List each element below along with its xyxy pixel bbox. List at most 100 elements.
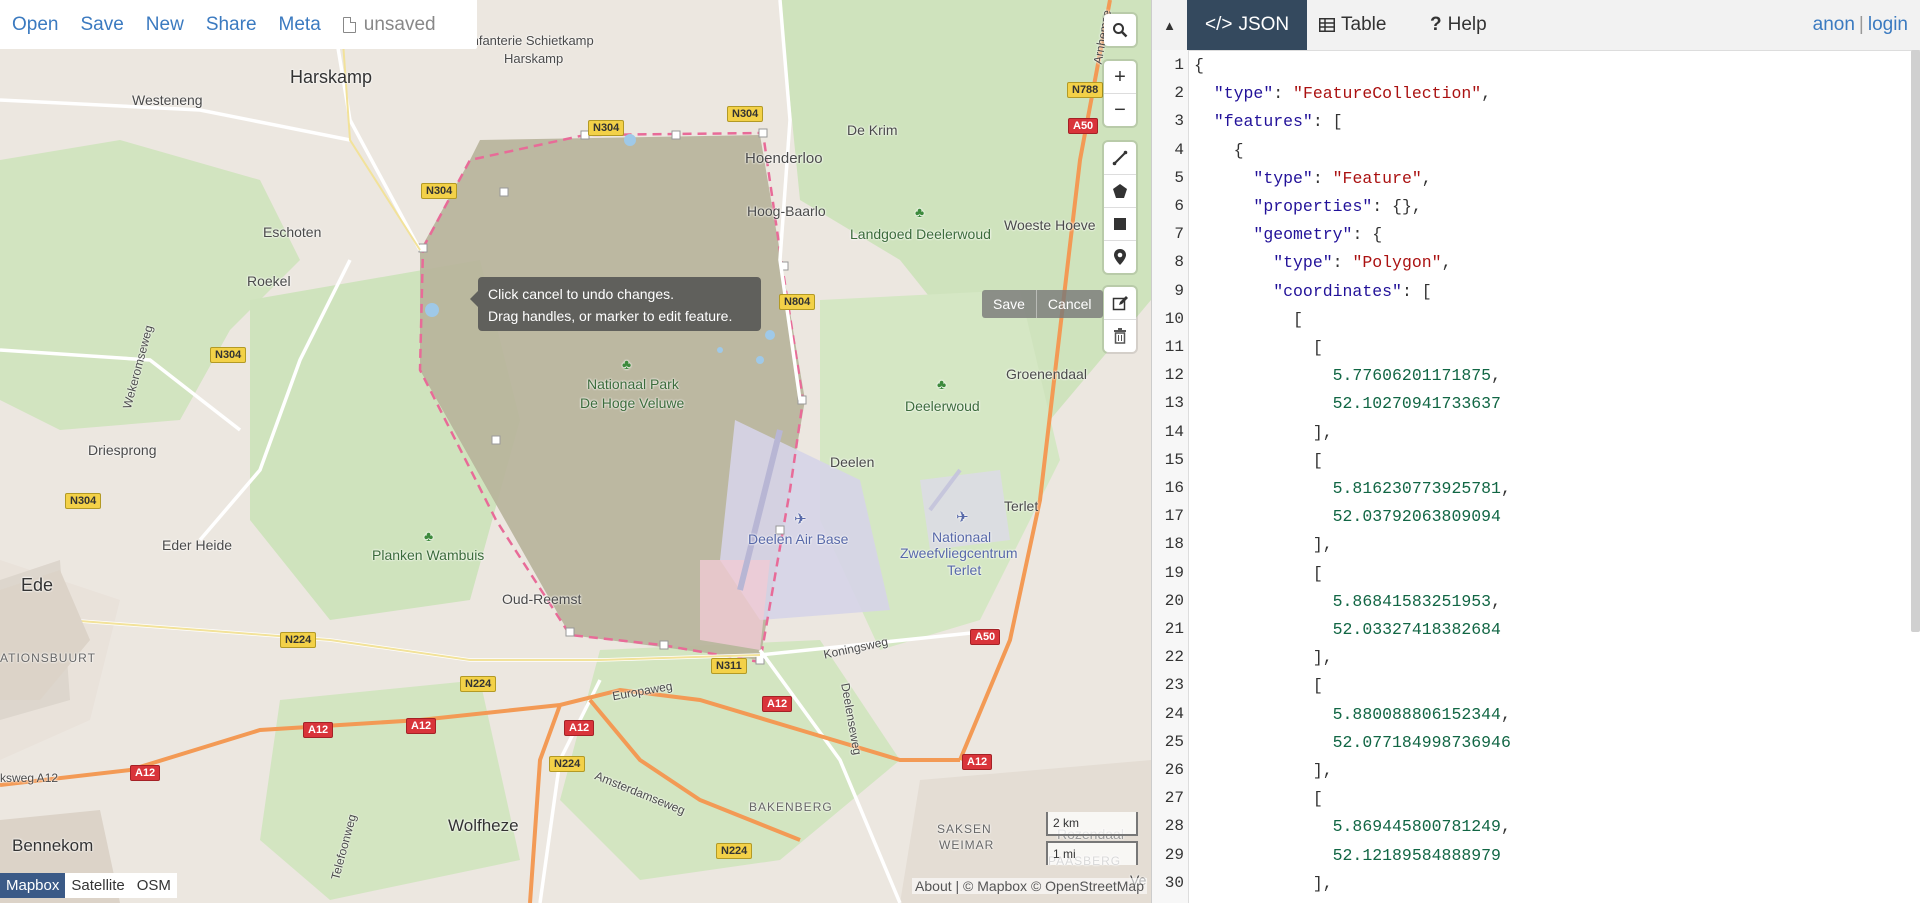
map-attribution[interactable]: About | © Mapbox © OpenStreetMap	[912, 878, 1147, 894]
json-editor[interactable]: 1 2 3 4 5 6 7 8 9 10 11 12 13 14 15 16 17 18 19 20 21 22 23 24 2…	[1152, 50, 1920, 903]
save-button[interactable]: Save	[80, 14, 123, 36]
line-number: 17	[1164, 507, 1184, 526]
draw-control	[1104, 142, 1136, 273]
scale-mi: 1 mi	[1046, 841, 1138, 865]
park-tree-icon: ♣	[937, 376, 947, 392]
scale-km: 2 km	[1046, 812, 1138, 836]
edit-save-button[interactable]: Save	[982, 290, 1036, 318]
line-number: 5	[1174, 168, 1184, 187]
edit-actions: Save Cancel	[982, 290, 1103, 318]
code-line: 5.880088806152344,	[1332, 704, 1511, 724]
anon-link[interactable]: anon	[1813, 14, 1855, 35]
label-bakenberg: BAKENBERG	[749, 800, 833, 814]
search-button[interactable]	[1104, 14, 1136, 46]
line-number: 7	[1174, 225, 1184, 244]
layer-mapbox[interactable]: Mapbox	[0, 873, 66, 898]
draw-marker-button[interactable]	[1104, 241, 1136, 273]
line-number: 26	[1164, 761, 1184, 779]
label-landgoed: Landgoed Deelerwoud	[850, 226, 991, 242]
pane-header: ▲ </> JSON Table ? Help anon | login	[1152, 0, 1920, 51]
shield-a12: A12	[406, 718, 437, 734]
tab-json[interactable]: </> JSON	[1187, 0, 1308, 50]
code-icon: </>	[1205, 14, 1233, 35]
label-nationaal-park-2: De Hoge Veluwe	[580, 395, 685, 411]
shield-a50: A50	[970, 629, 1001, 645]
layer-satellite[interactable]: Satellite	[65, 873, 130, 898]
zoom-out-button[interactable]: −	[1104, 94, 1136, 126]
label-eder-heide: Eder Heide	[162, 537, 233, 553]
label-westeneng: Westeneng	[132, 92, 203, 108]
editor-scrollbar[interactable]	[1911, 50, 1920, 632]
line-number: 23	[1164, 676, 1184, 695]
line-number: 6	[1174, 197, 1184, 215]
line-gutter: 1 2 3 4 5 6 7 8 9 10 11 12 13 14 15 16 17 18 19 20 21 22 23 24 2…	[1152, 50, 1189, 903]
label-zweef-1: Nationaal	[932, 529, 992, 545]
label-infanterie-2: Harskamp	[504, 51, 564, 66]
code-line: ],	[1194, 535, 1333, 555]
code-line: [	[1194, 563, 1323, 583]
edit-tooltip: Click cancel to undo changes. Drag handl…	[470, 277, 761, 331]
collapse-pane-button[interactable]: ▲	[1152, 0, 1187, 50]
auth-separator: |	[1858, 14, 1864, 35]
login-link[interactable]: login	[1868, 14, 1908, 35]
line-number: 27	[1164, 789, 1184, 808]
plus-icon: +	[1114, 65, 1126, 88]
code-line: "type": "Polygon",	[1273, 253, 1452, 273]
code-line: [	[1194, 309, 1303, 329]
label-ksweg-a12: ksweg A12	[0, 771, 59, 785]
tab-help[interactable]: ? Help	[1412, 0, 1505, 50]
tab-table[interactable]: Table	[1301, 0, 1404, 50]
map-canvas[interactable]: Harskamp Infanterie Schietkamp Harskamp …	[0, 0, 1151, 903]
share-button[interactable]: Share	[206, 14, 257, 36]
shield-n304: N304	[65, 493, 102, 509]
edit-control	[1104, 287, 1136, 352]
draw-polygon-button[interactable]	[1104, 175, 1136, 208]
trash-icon	[1114, 328, 1126, 344]
open-button[interactable]: Open	[12, 14, 58, 36]
help-icon: ?	[1430, 14, 1442, 35]
line-number: 10	[1164, 309, 1184, 328]
line-number: 24	[1164, 704, 1184, 723]
draw-line-button[interactable]	[1104, 142, 1136, 175]
shield-n311: N311	[711, 658, 747, 674]
shield-n304: N304	[421, 183, 458, 199]
meta-button[interactable]: Meta	[279, 14, 321, 36]
label-de-krim: De Krim	[847, 122, 898, 138]
shield-n788: N788	[1067, 82, 1104, 98]
draw-rectangle-button[interactable]	[1104, 208, 1136, 241]
code-line: 5.869445800781249,	[1332, 817, 1511, 837]
line-number: 19	[1164, 563, 1184, 582]
label-saksen-2: WEIMAR	[939, 838, 995, 852]
line-number: 11	[1164, 338, 1184, 356]
shield-n224: N224	[549, 756, 586, 772]
code-line: 52.077184998736946	[1332, 732, 1511, 752]
edit-cancel-button[interactable]: Cancel	[1035, 290, 1103, 318]
new-button[interactable]: New	[146, 14, 184, 36]
line-number: 14	[1164, 422, 1184, 441]
label-terlet: Terlet	[1004, 498, 1039, 514]
marker-icon	[1114, 249, 1126, 265]
line-number: 4	[1174, 140, 1184, 159]
tooltip-line-2: Drag handles, or marker to edit feature.	[488, 308, 733, 324]
label-zweef-2: Zweefvliegcentrum	[900, 545, 1018, 561]
label-eschoten: Eschoten	[263, 224, 322, 240]
edit-layers-button[interactable]	[1104, 287, 1136, 320]
zoom-in-button[interactable]: +	[1104, 61, 1136, 94]
park-tree-icon: ♣	[915, 204, 925, 220]
code-line: "type": "Feature",	[1253, 168, 1432, 188]
shield-a12: A12	[962, 754, 993, 770]
search-icon	[1113, 23, 1128, 38]
label-airbase: Deelen Air Base	[748, 531, 849, 547]
code-line: 5.816230773925781,	[1332, 479, 1511, 498]
code-line: {	[1194, 140, 1244, 160]
shield-a50: A50	[1068, 118, 1099, 134]
top-menu: Open Save New Share Meta unsaved	[0, 0, 477, 49]
layer-osm[interactable]: OSM	[131, 873, 177, 898]
label-saksen-1: SAKSEN	[937, 822, 992, 836]
line-number: 21	[1164, 620, 1184, 638]
polygon-icon	[1113, 184, 1127, 198]
delete-layers-button[interactable]	[1104, 320, 1136, 352]
line-number: 18	[1164, 535, 1184, 554]
layer-switch: Mapbox Satellite OSM	[0, 873, 177, 898]
label-harskamp: Harskamp	[290, 67, 373, 87]
